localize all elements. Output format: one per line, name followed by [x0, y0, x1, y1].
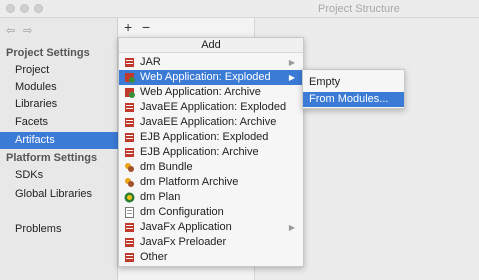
javaee-icon	[125, 103, 134, 112]
zoom-window-button[interactable]	[34, 4, 43, 13]
menu-item-label: JavaEE Application: Exploded	[140, 101, 287, 113]
menu-item-other[interactable]: Other	[119, 250, 303, 265]
dm-config-icon	[125, 207, 134, 218]
add-menu: Add JAR ▶ Web Application: Exploded ▶ We…	[118, 37, 304, 267]
add-menu-header: Add	[119, 38, 303, 53]
submenu-arrow-icon: ▶	[288, 73, 295, 82]
menu-item-javafx-application[interactable]: JavaFx Application ▶	[119, 220, 303, 235]
sidebar-item-facets[interactable]: Facets	[0, 114, 118, 131]
window-title: Project Structure	[318, 3, 400, 15]
nav-arrows: ⇦ ⇨	[6, 24, 37, 37]
menu-item-dm-plan[interactable]: dm Plan	[119, 190, 303, 205]
menu-item-label: EJB Application: Exploded	[140, 131, 269, 143]
sidebar: ⇦ ⇨ Project Settings Project Modules Lib…	[0, 18, 118, 280]
web-archive-icon	[125, 88, 135, 98]
menu-item-label: dm Platform Archive	[140, 176, 239, 188]
menu-item-label: JAR	[140, 56, 161, 68]
sidebar-item-artifacts[interactable]: Artifacts	[0, 132, 118, 149]
submenu-arrow-icon: ▶	[288, 58, 295, 67]
menu-item-label: dm Configuration	[140, 206, 224, 218]
sidebar-item-problems[interactable]: Problems	[0, 221, 118, 238]
menu-item-label: Other	[140, 251, 168, 263]
platform-settings-header: Platform Settings	[6, 152, 98, 164]
web-app-exploded-submenu: Empty From Modules...	[302, 69, 405, 109]
sidebar-item-libraries[interactable]: Libraries	[0, 96, 118, 113]
sidebar-item-global-libraries[interactable]: Global Libraries	[0, 186, 118, 203]
other-icon	[125, 253, 134, 262]
menu-item-ejb-archive[interactable]: EJB Application: Archive	[119, 145, 303, 160]
forward-arrow-icon[interactable]: ⇨	[23, 24, 37, 37]
menu-item-jar[interactable]: JAR ▶	[119, 55, 303, 70]
menu-item-ejb-exploded[interactable]: EJB Application: Exploded	[119, 130, 303, 145]
menu-item-label: Web Application: Exploded	[140, 71, 271, 83]
remove-button[interactable]: −	[142, 19, 150, 35]
web-app-icon	[125, 73, 135, 83]
menu-item-javaee-exploded[interactable]: JavaEE Application: Exploded	[119, 100, 303, 115]
ejb-icon	[125, 133, 134, 142]
sidebar-item-sdks[interactable]: SDKs	[0, 167, 118, 184]
menu-item-label: Web Application: Archive	[140, 86, 261, 98]
artifacts-toolbar: + −	[118, 18, 255, 37]
menu-item-label: dm Plan	[140, 191, 181, 203]
submenu-arrow-icon: ▶	[288, 223, 295, 232]
menu-item-label: EJB Application: Archive	[140, 146, 259, 158]
javaee-archive-icon	[125, 118, 134, 127]
javafx-icon	[125, 223, 134, 232]
menu-item-javafx-preloader[interactable]: JavaFx Preloader	[119, 235, 303, 250]
sidebar-item-project[interactable]: Project	[0, 62, 118, 79]
menu-item-web-app-exploded[interactable]: Web Application: Exploded ▶	[119, 70, 303, 85]
menu-item-web-app-archive[interactable]: Web Application: Archive	[119, 85, 303, 100]
ejb-archive-icon	[125, 148, 134, 157]
dm-platform-icon	[125, 178, 134, 187]
javafx-preloader-icon	[125, 238, 134, 247]
menu-item-dm-bundle[interactable]: dm Bundle	[119, 160, 303, 175]
window-titlebar: Project Structure	[0, 0, 479, 18]
minimize-window-button[interactable]	[20, 4, 29, 13]
sidebar-item-modules[interactable]: Modules	[0, 79, 118, 96]
back-arrow-icon[interactable]: ⇦	[6, 24, 20, 37]
project-settings-header: Project Settings	[6, 47, 90, 59]
menu-item-javaee-archive[interactable]: JavaEE Application: Archive	[119, 115, 303, 130]
jar-icon	[125, 58, 134, 67]
submenu-item-from-modules[interactable]: From Modules...	[303, 92, 404, 107]
add-button[interactable]: +	[124, 19, 132, 35]
menu-item-label: JavaFx Preloader	[140, 236, 227, 248]
close-window-button[interactable]	[6, 4, 15, 13]
menu-item-label: JavaFx Application	[140, 221, 232, 233]
dm-plan-icon	[124, 192, 135, 203]
menu-item-dm-configuration[interactable]: dm Configuration	[119, 205, 303, 220]
submenu-item-empty[interactable]: Empty	[303, 75, 404, 90]
menu-item-label: JavaEE Application: Archive	[140, 116, 277, 128]
menu-item-dm-platform-archive[interactable]: dm Platform Archive	[119, 175, 303, 190]
menu-item-label: dm Bundle	[140, 161, 193, 173]
dm-bundle-icon	[125, 163, 134, 172]
